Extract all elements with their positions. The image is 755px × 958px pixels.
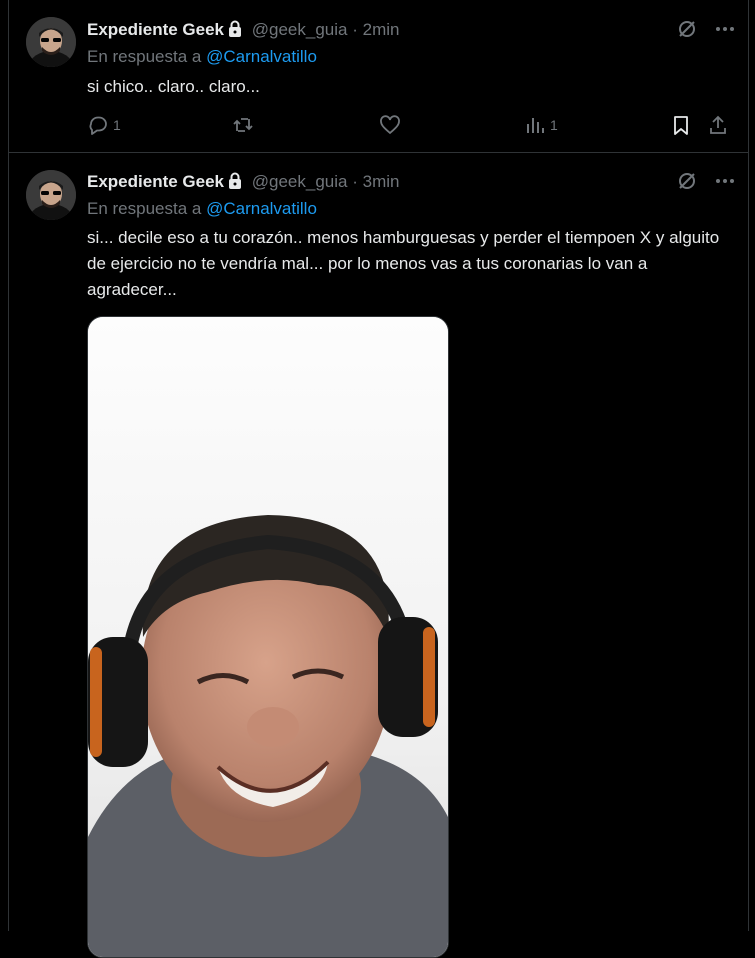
- separator: ·: [352, 172, 358, 191]
- retweet-icon: [232, 114, 254, 136]
- tweet-text: si chico.. claro.. claro...: [87, 77, 260, 96]
- selfie-photo: [88, 317, 448, 957]
- reply-prefix: En respuesta a: [87, 199, 202, 218]
- reply-context: En respuesta a @Carnalvatillo: [87, 46, 317, 68]
- separator: ·: [352, 20, 358, 39]
- reply-mention-link[interactable]: @Carnalvatillo: [206, 199, 317, 218]
- grok-icon[interactable]: [676, 170, 698, 192]
- avatar[interactable]: [26, 170, 76, 220]
- share-button[interactable]: [707, 114, 729, 136]
- timestamp[interactable]: 3min: [363, 172, 400, 191]
- bookmark-button[interactable]: [670, 114, 692, 136]
- reply-context: En respuesta a @Carnalvatillo: [87, 198, 317, 220]
- tweet-actions: 1 1: [87, 114, 748, 138]
- like-icon: [379, 114, 401, 136]
- more-icon[interactable]: [714, 18, 736, 40]
- tweet-header: Expediente Geek @geek_guia · 2min: [87, 19, 748, 41]
- avatar[interactable]: [26, 17, 76, 67]
- author-handle[interactable]: @geek_guia: [252, 20, 348, 39]
- author-name[interactable]: Expediente Geek: [87, 20, 224, 39]
- reply-button[interactable]: 1: [87, 114, 121, 136]
- views-icon: [524, 114, 546, 136]
- tweet-top-icons: [676, 170, 736, 192]
- like-button[interactable]: [379, 114, 401, 136]
- reply-prefix: En respuesta a: [87, 47, 202, 66]
- grok-icon[interactable]: [676, 18, 698, 40]
- tweet[interactable]: Expediente Geek @geek_guia · 3min En res…: [8, 153, 749, 958]
- tweet-text: si... decile eso a tu corazón.. menos ha…: [87, 228, 720, 299]
- author-handle[interactable]: @geek_guia: [252, 172, 348, 191]
- views-button[interactable]: 1: [524, 114, 558, 136]
- views-count: 1: [550, 117, 558, 133]
- tweet-photo[interactable]: [87, 316, 449, 958]
- bookmark-icon: [670, 114, 692, 136]
- reply-count: 1: [113, 117, 121, 133]
- more-icon[interactable]: [714, 170, 736, 192]
- tweet-top-icons: [676, 18, 736, 40]
- tweet[interactable]: Expediente Geek @geek_guia · 2min En res…: [8, 0, 749, 153]
- reply-mention-link[interactable]: @Carnalvatillo: [206, 47, 317, 66]
- author-name[interactable]: Expediente Geek: [87, 172, 224, 191]
- reply-icon: [87, 114, 109, 136]
- share-icon: [707, 114, 729, 136]
- tweet-header: Expediente Geek @geek_guia · 3min: [87, 171, 748, 193]
- lock-icon: [227, 172, 243, 196]
- retweet-button[interactable]: [232, 114, 254, 136]
- lock-icon: [227, 20, 243, 44]
- timestamp[interactable]: 2min: [363, 20, 400, 39]
